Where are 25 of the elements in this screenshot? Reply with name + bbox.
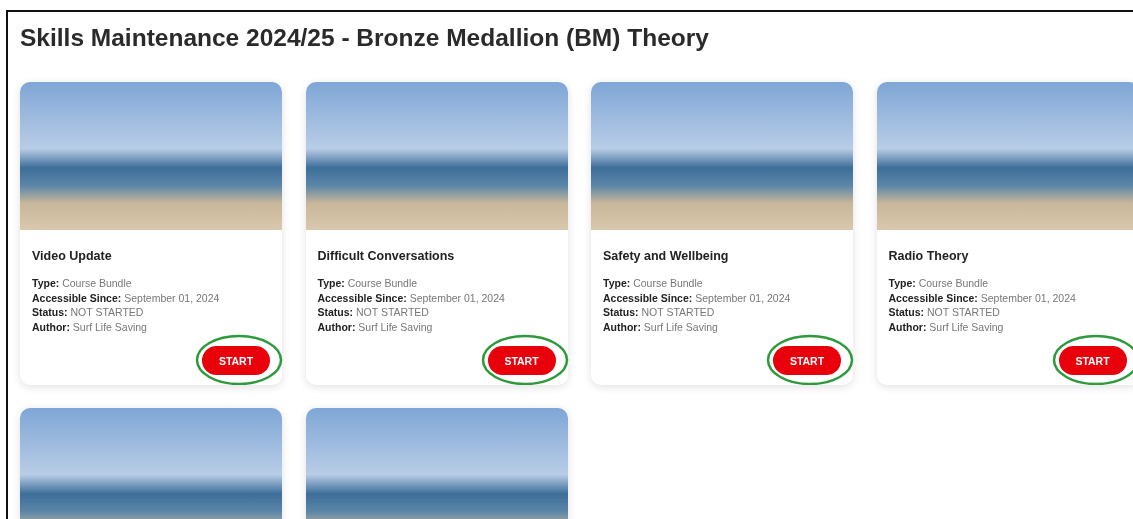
meta-text: Status: NOT STARTED [888,305,1001,320]
card-title: Difficult Conversations [317,249,456,263]
meta-text: Author: Surf Life Saving [317,319,434,334]
card-title: Video Update [32,249,113,263]
start-button[interactable]: START [773,346,841,375]
meta-text: Status: NOT STARTED [317,305,430,320]
card-title: Radio Theory [888,249,970,263]
start-button[interactable]: START [202,346,270,375]
meta-text: Accessible Since: September 01, 2024 [317,290,506,305]
meta-text: Type: Course Bundle [603,276,704,291]
meta-text: Accessible Since: September 01, 2024 [32,290,221,305]
card-title: Safety and Wellbeing [603,249,730,263]
start-button[interactable]: START [487,346,556,375]
page-title: Skills Maintenance 2024/25 - Bronze Medallion (BM) Theory [20,24,710,52]
meta-text: Author: Surf Life Saving [32,319,148,334]
meta-text: Type: Course Bundle [317,276,419,291]
meta-text: Author: Surf Life Saving [603,319,719,334]
meta-text: Author: Surf Life Saving [888,319,1005,334]
meta-text: Status: NOT STARTED [603,305,716,320]
meta-text: Type: Course Bundle [32,276,133,291]
meta-text: Accessible Since: September 01, 2024 [888,290,1077,305]
meta-text: Status: NOT STARTED [32,305,145,320]
meta-text: Type: Course Bundle [888,276,990,291]
meta-text: Accessible Since: September 01, 2024 [603,290,792,305]
start-button[interactable]: START [1058,346,1127,375]
